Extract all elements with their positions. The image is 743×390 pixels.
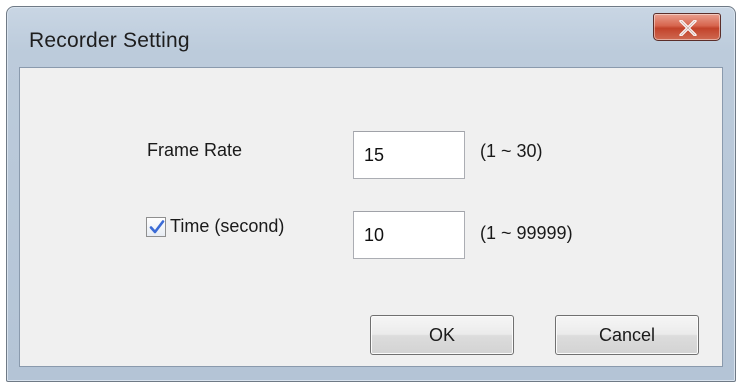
window-title: Recorder Setting (29, 29, 190, 52)
close-x-icon (679, 20, 697, 36)
time-range: (1 ~ 99999) (480, 223, 573, 243)
close-button[interactable] (653, 13, 721, 41)
dialog-content: Frame Rate (1 ~ 30) Time (second) (1 ~ 9… (19, 67, 723, 367)
cancel-button[interactable]: Cancel (555, 315, 699, 355)
time-label: Time (second) (170, 216, 285, 236)
frame-rate-range: (1 ~ 30) (480, 141, 543, 161)
frame-rate-input[interactable] (353, 131, 465, 179)
title-bar[interactable]: Recorder Setting (7, 7, 735, 67)
frame-rate-label: Frame Rate (147, 140, 243, 160)
time-input[interactable] (353, 211, 465, 259)
checkmark-icon (149, 220, 165, 234)
recorder-setting-dialog: Recorder Setting Frame Rate (1 ~ 30) Tim… (6, 6, 736, 382)
ok-button[interactable]: OK (370, 315, 514, 355)
time-checkbox[interactable] (146, 217, 166, 237)
